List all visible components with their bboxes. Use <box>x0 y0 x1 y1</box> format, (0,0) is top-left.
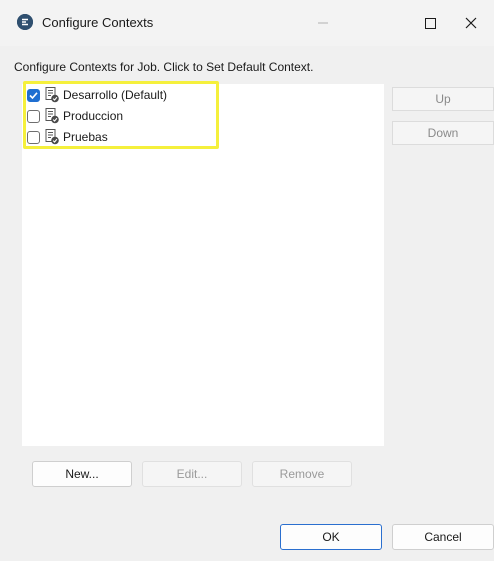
up-button[interactable]: Up <box>392 87 494 111</box>
maximize-button[interactable] <box>407 0 453 46</box>
highlight-box <box>23 81 219 149</box>
remove-button[interactable]: Remove <box>252 461 352 487</box>
minimize-icon <box>318 22 328 24</box>
minimize-button[interactable] <box>300 0 346 46</box>
configure-contexts-dialog: Configure Contexts Configure Contexts fo… <box>0 0 494 561</box>
edit-button[interactable]: Edit... <box>142 461 242 487</box>
close-button[interactable] <box>448 0 494 46</box>
down-button[interactable]: Down <box>392 121 494 145</box>
title-bar: Configure Contexts <box>0 0 494 46</box>
instruction-text: Configure Contexts for Job. Click to Set… <box>14 60 314 74</box>
maximize-icon <box>424 17 436 29</box>
ok-button[interactable]: OK <box>280 524 382 550</box>
close-icon <box>465 17 477 29</box>
app-logo-icon <box>17 14 33 30</box>
new-button[interactable]: New... <box>32 461 132 487</box>
window-title: Configure Contexts <box>42 15 154 30</box>
cancel-button[interactable]: Cancel <box>392 524 494 550</box>
